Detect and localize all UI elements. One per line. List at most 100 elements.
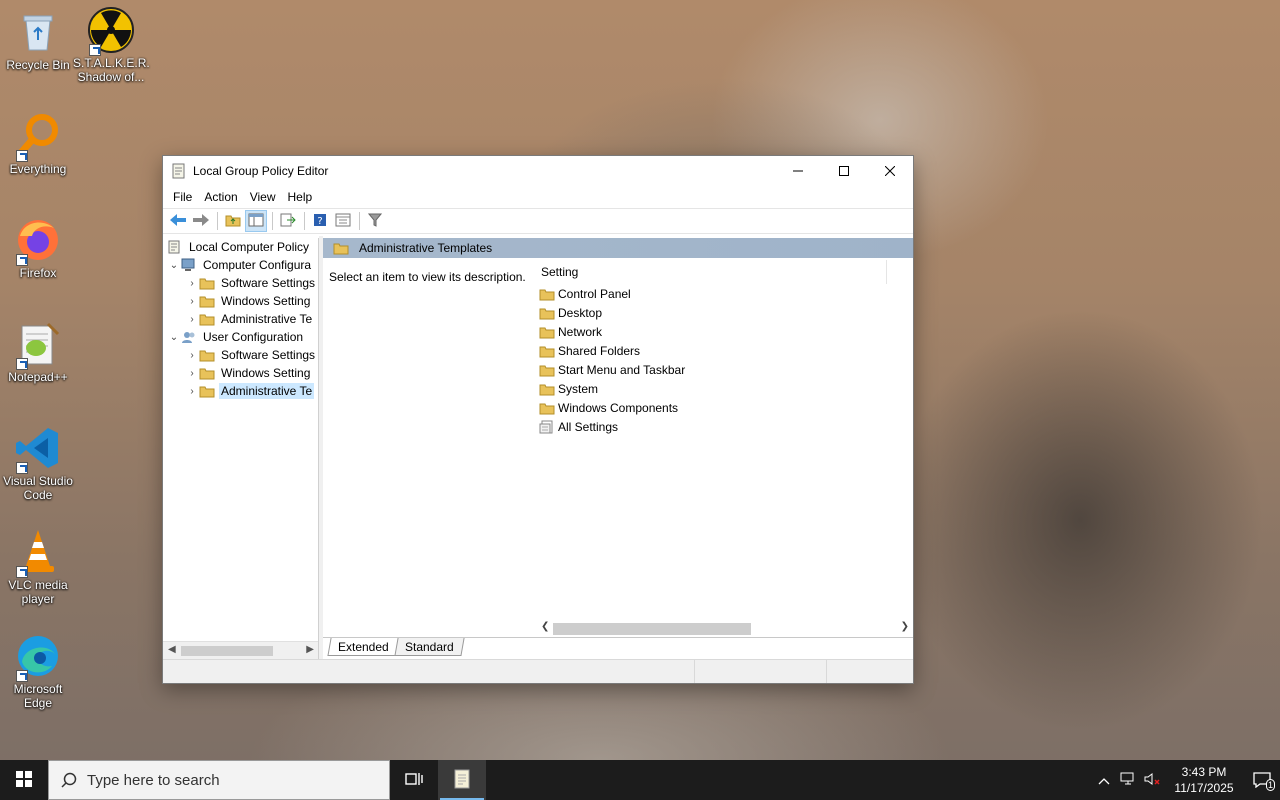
list-item-start-menu-and-taskbar[interactable]: Start Menu and Taskbar bbox=[539, 360, 885, 379]
list-item-label: All Settings bbox=[558, 419, 619, 434]
desktop-icon-recycle-bin[interactable]: Recycle Bin bbox=[0, 8, 76, 72]
tree-item-software-settings[interactable]: › Software Settings bbox=[163, 274, 318, 292]
scrollbar-thumb[interactable] bbox=[553, 623, 751, 635]
expand-chevron-icon[interactable]: › bbox=[185, 368, 199, 379]
scroll-left-icon[interactable]: ❮ bbox=[541, 621, 549, 632]
desktop-icon-label: VLC media player bbox=[8, 578, 68, 606]
tree-item-user-windows-settings[interactable]: › Windows Setting bbox=[163, 364, 318, 382]
collapse-chevron-icon[interactable]: ⌄ bbox=[167, 332, 181, 343]
tree-item-windows-settings[interactable]: › Windows Setting bbox=[163, 292, 318, 310]
column-header-setting[interactable]: Setting bbox=[539, 260, 887, 284]
tab-extended[interactable]: Extended bbox=[327, 638, 400, 656]
list-item-label: Desktop bbox=[558, 305, 603, 320]
expand-chevron-icon[interactable]: › bbox=[185, 314, 199, 325]
menu-action[interactable]: Action bbox=[198, 190, 243, 204]
tree-horizontal-scrollbar[interactable]: ◀ ▶ bbox=[163, 641, 318, 659]
tab-standard[interactable]: Standard bbox=[394, 638, 465, 656]
scrollbar-thumb[interactable] bbox=[181, 646, 273, 656]
list-item-windows-components[interactable]: Windows Components bbox=[539, 398, 885, 417]
filter-icon bbox=[367, 213, 383, 230]
list-item-shared-folders[interactable]: Shared Folders bbox=[539, 341, 885, 360]
tree-item-user-configuration[interactable]: ⌄ User Configuration bbox=[163, 328, 318, 346]
close-button[interactable] bbox=[867, 156, 913, 186]
task-view-icon bbox=[405, 771, 423, 790]
desktop-icon-edge[interactable]: Microsoft Edge bbox=[0, 632, 76, 710]
folder-icon bbox=[539, 382, 555, 396]
desktop-icon-stalker[interactable]: S.T.A.L.K.E.R. Shadow of... bbox=[73, 6, 150, 84]
desktop-icon-vlc[interactable]: VLC media player bbox=[0, 528, 76, 606]
status-cell bbox=[827, 660, 913, 683]
desktop-icon-firefox[interactable]: Firefox bbox=[0, 216, 76, 280]
filter-button[interactable] bbox=[364, 210, 386, 232]
desktop-icon-notepadpp[interactable]: Notepad++ bbox=[0, 320, 76, 384]
back-button[interactable] bbox=[167, 210, 189, 232]
network-button[interactable] bbox=[1116, 760, 1140, 800]
expand-chevron-icon[interactable]: › bbox=[185, 386, 199, 397]
help-button[interactable]: ? bbox=[309, 210, 331, 232]
tree-item-computer-configuration[interactable]: ⌄ Computer Configura bbox=[163, 256, 318, 274]
toolbar-separator bbox=[217, 212, 218, 230]
list-item-desktop[interactable]: Desktop bbox=[539, 303, 885, 322]
description-text: Select an item to view its description. bbox=[329, 270, 526, 284]
view-tabs: Extended Standard bbox=[323, 637, 913, 659]
show-hidden-icons-button[interactable] bbox=[1092, 760, 1116, 800]
list-item-system[interactable]: System bbox=[539, 379, 885, 398]
show-hide-tree-button[interactable] bbox=[245, 210, 267, 232]
up-one-level-button[interactable] bbox=[222, 210, 244, 232]
scroll-left-icon[interactable]: ◀ bbox=[168, 644, 176, 655]
svg-text:?: ? bbox=[317, 216, 322, 227]
export-list-button[interactable] bbox=[277, 210, 299, 232]
up-folder-icon bbox=[225, 213, 241, 230]
desktop-icon-everything[interactable]: Everything bbox=[0, 112, 76, 176]
taskbar-app-group-policy-editor[interactable] bbox=[438, 760, 486, 800]
expand-chevron-icon[interactable]: › bbox=[185, 278, 199, 289]
maximize-button[interactable] bbox=[821, 156, 867, 186]
desktop-icon-label: Visual Studio Code bbox=[3, 474, 73, 502]
list-item-all-settings[interactable]: All Settings bbox=[539, 417, 885, 436]
list-item-control-panel[interactable]: Control Panel bbox=[539, 284, 885, 303]
expand-chevron-icon[interactable]: › bbox=[185, 296, 199, 307]
export-list-icon bbox=[280, 213, 296, 230]
list-item-label: Control Panel bbox=[558, 286, 631, 301]
task-view-button[interactable] bbox=[390, 760, 438, 800]
list-item-label: System bbox=[558, 381, 599, 396]
collapse-chevron-icon[interactable]: ⌄ bbox=[167, 260, 181, 271]
title-bar[interactable]: Local Group Policy Editor bbox=[163, 156, 913, 186]
properties-button[interactable] bbox=[332, 210, 354, 232]
firefox-icon bbox=[14, 216, 62, 266]
minimize-button[interactable] bbox=[775, 156, 821, 186]
volume-button[interactable] bbox=[1140, 760, 1164, 800]
notepadpp-icon bbox=[14, 320, 62, 370]
menu-help[interactable]: Help bbox=[282, 190, 319, 204]
maximize-icon bbox=[839, 163, 849, 179]
clock[interactable]: 3:43 PM 11/17/2025 bbox=[1164, 764, 1244, 796]
scroll-right-icon[interactable]: ❯ bbox=[901, 621, 909, 632]
taskbar-search-box[interactable]: Type here to search bbox=[48, 760, 390, 800]
desktop-icon-label: Notepad++ bbox=[8, 370, 68, 384]
scroll-right-icon[interactable]: ▶ bbox=[306, 644, 314, 655]
tree-item-user-administrative-templates[interactable]: › Administrative Te bbox=[163, 382, 318, 400]
forward-button[interactable] bbox=[190, 210, 212, 232]
tree-item-administrative-templates[interactable]: › Administrative Te bbox=[163, 310, 318, 328]
list-item-network[interactable]: Network bbox=[539, 322, 885, 341]
clock-time: 3:43 PM bbox=[1181, 765, 1227, 779]
tree-item-user-software-settings[interactable]: › Software Settings bbox=[163, 346, 318, 364]
toolbar-separator bbox=[272, 212, 273, 230]
list-item-label: Windows Components bbox=[558, 400, 679, 415]
details-horizontal-scrollbar[interactable]: ❮ ❯ bbox=[539, 619, 913, 637]
desktop-icon-vscode[interactable]: Visual Studio Code bbox=[0, 424, 76, 502]
toolbar-separator bbox=[304, 212, 305, 230]
start-button[interactable] bbox=[0, 760, 48, 800]
folder-icon bbox=[199, 294, 215, 308]
notification-center-button[interactable]: 1 bbox=[1244, 760, 1280, 800]
tree-item-label: Windows Setting bbox=[221, 294, 311, 308]
policy-editor-icon bbox=[171, 163, 187, 179]
menu-view[interactable]: View bbox=[244, 190, 282, 204]
folder-icon bbox=[333, 241, 349, 255]
show-hide-tree-icon bbox=[248, 213, 264, 230]
menu-file[interactable]: File bbox=[167, 190, 198, 204]
expand-chevron-icon[interactable]: › bbox=[185, 350, 199, 361]
tree-item-label: Software Settings bbox=[221, 348, 316, 362]
folder-icon bbox=[199, 276, 215, 290]
tree-root[interactable]: Local Computer Policy bbox=[163, 238, 318, 256]
